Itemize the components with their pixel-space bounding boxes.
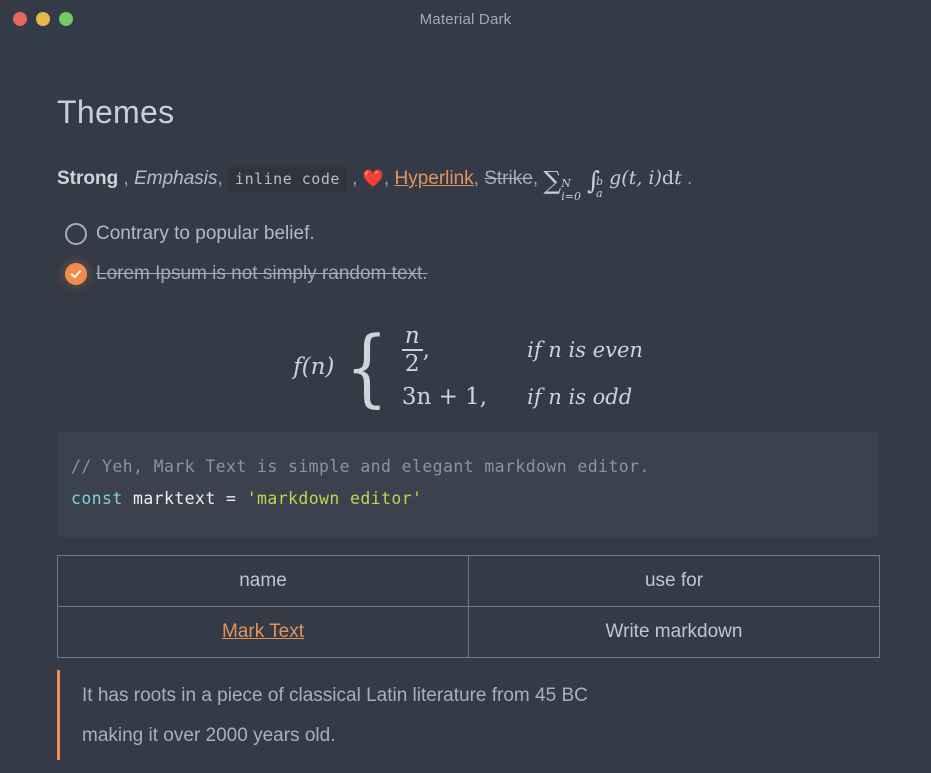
code-comment-line: // Yeh, Mark Text is simple and elegant … [71, 456, 650, 476]
code-identifier: marktext = [122, 489, 247, 509]
integral-lower-limit: a [596, 186, 603, 200]
strong-text: Strong [57, 168, 119, 189]
code-keyword: const [71, 489, 123, 509]
summation-upper-limit: N [561, 177, 571, 190]
separator-3: , [346, 168, 363, 189]
math-case-value: 3n + 1, [401, 383, 488, 410]
separator-2: , [217, 168, 229, 189]
math-case-condition: if n is even [527, 337, 643, 362]
list-item[interactable]: Contrary to popular belief. [65, 214, 879, 254]
table-row: Mark Text Write markdown [57, 606, 880, 659]
separator-1: , [118, 168, 135, 189]
task-label: Lorem Ipsum is not simply random text. [96, 263, 428, 285]
separator-4: , [383, 168, 395, 189]
table-cell-use-for: Write markdown [468, 606, 880, 659]
table-body: Mark Text Write markdown [57, 606, 880, 659]
checkbox-unchecked-icon[interactable] [65, 223, 87, 246]
math-function-name: f(n) [293, 353, 335, 380]
fraction-numerator: n [404, 323, 420, 350]
display-math-block: f(n) { n 2 , if n is even 3n + 1, if n i… [57, 324, 879, 410]
integral-limits: ba [596, 176, 603, 199]
maximize-window-button[interactable] [59, 12, 73, 26]
check-icon [70, 270, 82, 279]
table-header-use-for: use for [468, 555, 880, 608]
fraction-denominator: 2 [404, 350, 420, 377]
window-title: Material Dark [419, 10, 512, 28]
inline-styles-paragraph: Strong , Emphasis, inline code , ❤️, Hyp… [57, 165, 879, 202]
table-cell-link[interactable]: Mark Text [222, 621, 304, 642]
summation-symbol: ∑ [543, 166, 562, 195]
markdown-table: name use for Mark Text Write markdown [57, 555, 880, 659]
left-brace-icon: { [345, 317, 389, 416]
table-header: name use for [57, 555, 880, 608]
fraction-comma: , [422, 336, 430, 363]
integral-upper-limit: b [596, 175, 604, 188]
heart-icon: ❤️ [362, 169, 384, 188]
document-body: Themes Strong , Emphasis, inline code , … [0, 38, 931, 760]
task-label: Contrary to popular belief. [96, 223, 315, 245]
hyperlink[interactable]: Hyperlink [394, 168, 473, 189]
inline-code-chip: inline code [228, 167, 347, 192]
checkbox-checked-icon[interactable] [65, 263, 87, 286]
separator-6: , [532, 168, 544, 189]
code-block[interactable]: // Yeh, Mark Text is simple and elegant … [57, 431, 879, 538]
strikethrough-text: Strike [484, 168, 533, 189]
emphasis-text: Emphasis [134, 168, 218, 189]
table-cell-name: Mark Text [57, 606, 469, 659]
math-differential: d [661, 167, 675, 189]
minimize-window-button[interactable] [36, 12, 50, 26]
task-list: Contrary to popular belief. Lorem Ipsum … [65, 214, 879, 294]
math-cases: n 2 , if n is even 3n + 1, if n is odd [401, 323, 643, 410]
summation-lower-limit: i=0 [561, 189, 581, 203]
blockquote: It has roots in a piece of classical Lat… [57, 670, 879, 760]
window-titlebar: Material Dark [0, 0, 931, 38]
code-string: 'markdown editor' [246, 489, 423, 509]
fraction: n 2 [401, 323, 423, 377]
math-case-condition: if n is odd [527, 384, 633, 409]
table-header-name: name [57, 555, 469, 608]
table-header-row: name use for [57, 555, 880, 608]
end-period: . [687, 168, 693, 189]
blockquote-line: It has roots in a piece of classical Lat… [82, 685, 588, 707]
summation-limits: Ni=0 [561, 178, 581, 202]
math-case-value: n 2 , [401, 323, 487, 377]
math-body: g(t, i) [609, 167, 662, 189]
separator-5: , [473, 168, 485, 189]
window-controls [0, 12, 73, 26]
close-window-button[interactable] [13, 12, 27, 26]
math-variable: t [674, 167, 682, 189]
inline-math-expression: ∑ Ni=0 ∫ b a g(t, i)dt [543, 167, 682, 202]
list-item[interactable]: Lorem Ipsum is not simply random text. [65, 254, 879, 294]
blockquote-line: making it over 2000 years old. [82, 725, 336, 747]
page-title: Themes [57, 94, 175, 130]
